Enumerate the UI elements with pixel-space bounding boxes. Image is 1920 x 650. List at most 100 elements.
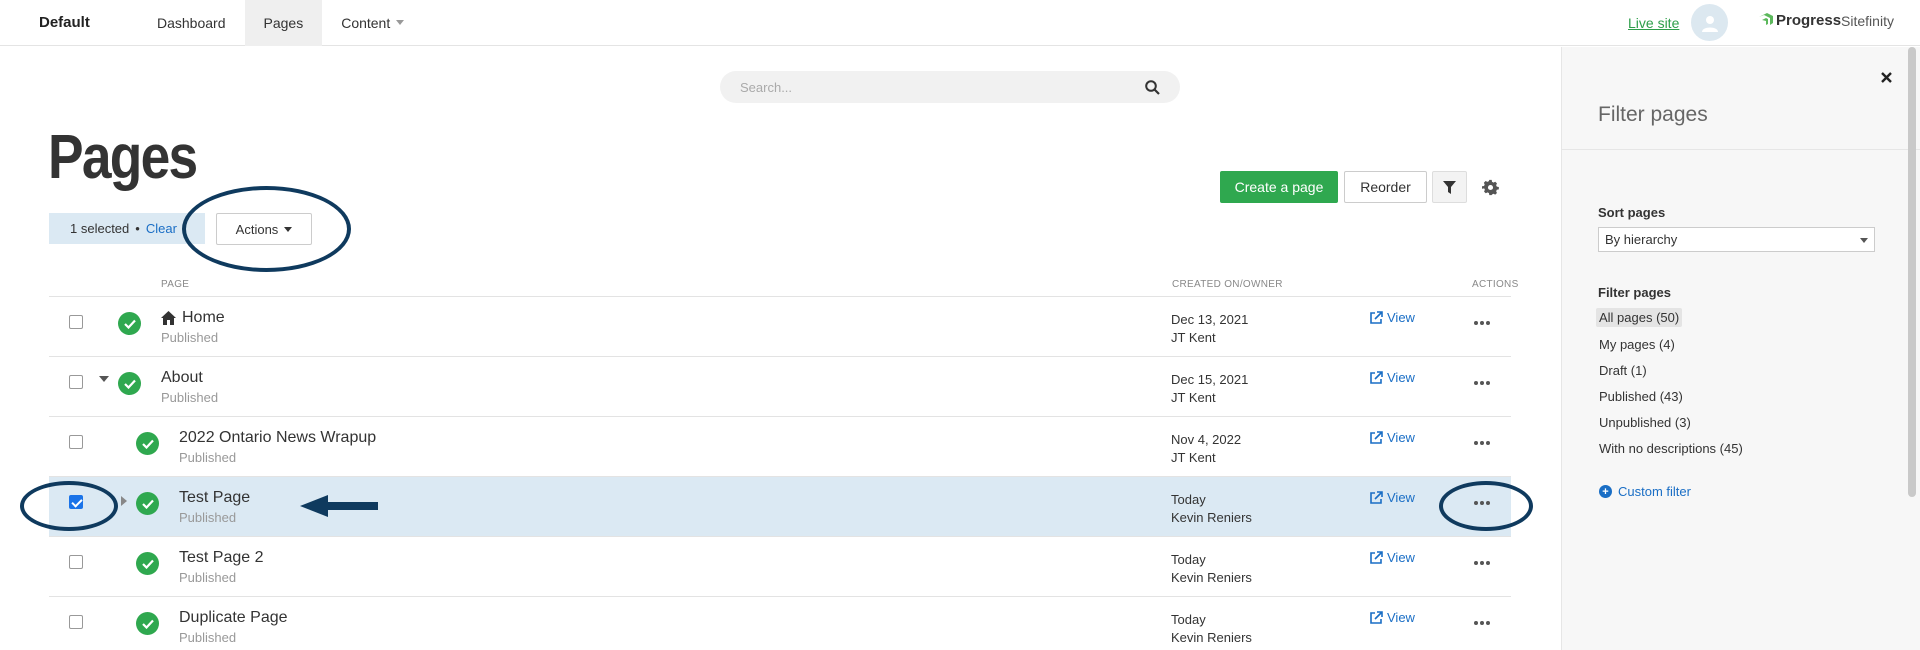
view-link[interactable]: View bbox=[1369, 310, 1415, 325]
table-row[interactable]: Home Published Dec 13, 2021 JT Kent View bbox=[49, 296, 1511, 356]
external-link-icon bbox=[1370, 370, 1383, 384]
published-status-icon bbox=[136, 492, 159, 515]
close-panel-button[interactable] bbox=[1879, 70, 1893, 84]
published-status-icon bbox=[136, 552, 159, 575]
expand-arrow-icon[interactable] bbox=[99, 376, 109, 382]
filter-unpublished[interactable]: Unpublished (3) bbox=[1596, 413, 1694, 432]
owner-name: JT Kent bbox=[1171, 450, 1216, 465]
published-status-icon bbox=[136, 432, 159, 455]
more-icon bbox=[1474, 381, 1490, 385]
selection-separator: • bbox=[135, 221, 140, 236]
site-name[interactable]: Default bbox=[39, 14, 138, 31]
more-actions-button[interactable] bbox=[1470, 317, 1494, 329]
column-header-created[interactable]: CREATED ON/OWNER bbox=[1172, 279, 1283, 290]
page-title-cell[interactable]: About bbox=[161, 369, 203, 387]
view-link[interactable]: View bbox=[1369, 610, 1415, 625]
sort-select[interactable]: By hierarchy bbox=[1598, 227, 1875, 252]
row-checkbox[interactable] bbox=[69, 375, 83, 389]
view-link[interactable]: View bbox=[1369, 550, 1415, 565]
filter-no-descriptions[interactable]: With no descriptions (45) bbox=[1596, 439, 1746, 458]
logo-product: Sitefinity bbox=[1841, 12, 1894, 29]
column-header-actions: ACTIONS bbox=[1472, 279, 1519, 290]
page-title-cell[interactable]: Home bbox=[161, 309, 225, 327]
plus-icon: + bbox=[1599, 485, 1612, 498]
created-cell: Today Kevin Reniers bbox=[1171, 551, 1252, 587]
nav-pages[interactable]: Pages bbox=[244, 0, 323, 46]
column-header-page[interactable]: PAGE bbox=[161, 279, 189, 290]
create-page-button[interactable]: Create a page bbox=[1220, 171, 1338, 203]
more-icon bbox=[1474, 621, 1490, 625]
created-cell: Dec 15, 2021 JT Kent bbox=[1171, 371, 1248, 407]
more-actions-button[interactable] bbox=[1470, 377, 1494, 389]
row-checkbox[interactable] bbox=[69, 315, 83, 329]
clear-selection-link[interactable]: Clear bbox=[146, 221, 177, 236]
expand-arrow-icon[interactable] bbox=[121, 496, 127, 506]
home-icon bbox=[161, 311, 176, 325]
table-row-selected[interactable]: Test Page Published Today Kevin Reniers … bbox=[49, 476, 1511, 536]
table-row[interactable]: Test Page 2 Published Today Kevin Renier… bbox=[49, 536, 1511, 596]
live-site-link[interactable]: Live site bbox=[1628, 15, 1679, 31]
search-input[interactable] bbox=[740, 79, 1145, 95]
scrollbar[interactable] bbox=[1908, 47, 1916, 497]
annotation-oval-more bbox=[1439, 481, 1533, 531]
page-title-cell[interactable]: Test Page bbox=[179, 489, 250, 507]
created-date: Dec 13, 2021 bbox=[1171, 312, 1249, 327]
created-date: Today bbox=[1171, 612, 1206, 627]
view-link[interactable]: View bbox=[1369, 370, 1415, 385]
row-checkbox[interactable] bbox=[69, 615, 83, 629]
view-label: View bbox=[1387, 550, 1415, 565]
page-title-cell[interactable]: 2022 Ontario News Wrapup bbox=[179, 429, 376, 447]
chevron-down-icon bbox=[396, 20, 405, 25]
page-name: About bbox=[161, 369, 203, 386]
page-title-cell[interactable]: Test Page 2 bbox=[179, 549, 264, 567]
custom-filter-label: Custom filter bbox=[1618, 484, 1691, 499]
page-title: Pages bbox=[48, 123, 198, 192]
filter-icon bbox=[1443, 180, 1456, 194]
filter-published[interactable]: Published (43) bbox=[1596, 387, 1686, 406]
more-icon bbox=[1474, 441, 1490, 445]
filter-button[interactable] bbox=[1432, 171, 1467, 203]
filter-all-pages[interactable]: All pages (50) bbox=[1596, 308, 1683, 327]
search-box bbox=[720, 71, 1180, 103]
page-status: Published bbox=[161, 330, 219, 345]
published-status-icon bbox=[136, 612, 159, 635]
more-actions-button[interactable] bbox=[1470, 617, 1494, 629]
created-cell: Nov 4, 2022 JT Kent bbox=[1171, 431, 1241, 467]
created-cell: Today Kevin Reniers bbox=[1171, 611, 1252, 647]
row-checkbox[interactable] bbox=[69, 555, 83, 569]
filter-draft[interactable]: Draft (1) bbox=[1596, 361, 1650, 380]
page-name: Duplicate Page bbox=[179, 609, 288, 626]
user-icon bbox=[1701, 15, 1718, 32]
sort-label: Sort pages bbox=[1598, 205, 1666, 220]
avatar[interactable] bbox=[1691, 4, 1728, 41]
page-title-cell[interactable]: Duplicate Page bbox=[179, 609, 288, 627]
owner-name: JT Kent bbox=[1171, 390, 1216, 405]
gear-icon bbox=[1481, 179, 1499, 195]
table-row[interactable]: About Published Dec 15, 2021 JT Kent Vie… bbox=[49, 356, 1511, 416]
view-label: View bbox=[1387, 370, 1415, 385]
chevron-down-icon bbox=[1860, 238, 1868, 243]
panel-title: Filter pages bbox=[1598, 103, 1708, 126]
external-link-icon bbox=[1370, 310, 1383, 324]
view-label: View bbox=[1387, 430, 1415, 445]
settings-button[interactable] bbox=[1478, 175, 1502, 199]
reorder-button[interactable]: Reorder bbox=[1344, 171, 1427, 203]
more-actions-button[interactable] bbox=[1470, 437, 1494, 449]
table-row[interactable]: 2022 Ontario News Wrapup Published Nov 4… bbox=[49, 416, 1511, 476]
table-row[interactable]: Duplicate Page Published Today Kevin Ren… bbox=[49, 596, 1511, 650]
created-date: Today bbox=[1171, 492, 1206, 507]
row-checkbox[interactable] bbox=[69, 435, 83, 449]
view-link[interactable]: View bbox=[1369, 490, 1415, 505]
created-date: Today bbox=[1171, 552, 1206, 567]
annotation-arrow-icon bbox=[300, 495, 378, 517]
custom-filter-link[interactable]: + Custom filter bbox=[1599, 484, 1691, 499]
created-date: Nov 4, 2022 bbox=[1171, 432, 1242, 447]
more-actions-button[interactable] bbox=[1470, 557, 1494, 569]
view-link[interactable]: View bbox=[1369, 430, 1415, 445]
nav-content[interactable]: Content bbox=[322, 0, 423, 46]
owner-name: Kevin Reniers bbox=[1171, 630, 1252, 645]
nav-dashboard[interactable]: Dashboard bbox=[138, 0, 245, 46]
external-link-icon bbox=[1370, 550, 1383, 564]
filter-my-pages[interactable]: My pages (4) bbox=[1596, 335, 1678, 354]
search-icon[interactable] bbox=[1145, 79, 1160, 95]
